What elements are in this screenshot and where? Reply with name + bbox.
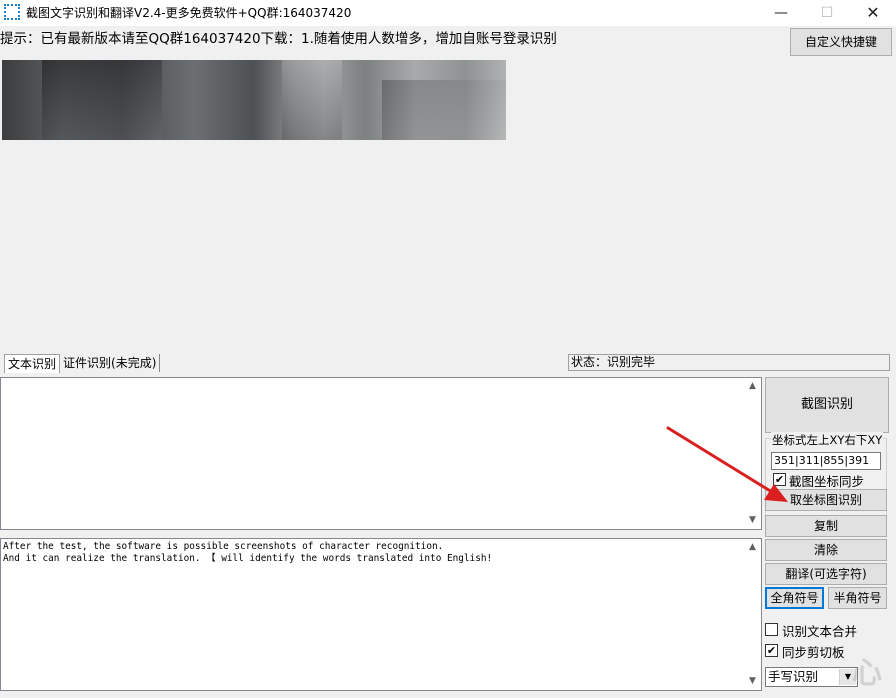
result-textarea[interactable]: ▲ ▼ <box>0 377 762 530</box>
recognition-mode-value: 手写识别 <box>768 669 819 684</box>
fullwidth-symbols-button[interactable]: 全角符号 <box>765 587 824 609</box>
translate-button[interactable]: 翻译(可选字符) <box>765 563 887 585</box>
annotation-arrow-icon <box>666 426 788 502</box>
close-button[interactable]: ✕ <box>850 0 896 26</box>
merge-text-checkbox[interactable] <box>765 623 778 636</box>
sync-clipboard-label: 同步剪切板 <box>782 645 845 660</box>
app-icon <box>4 4 20 20</box>
preview-shade <box>382 80 506 140</box>
notice-text: 提示：已有最新版本请至QQ群164037420下载：1.随着使用人数增多，增加自… <box>0 31 557 47</box>
preview-shade <box>282 60 342 140</box>
window-title: 截图文字识别和翻译V2.4-更多免费软件+QQ群:164037420 <box>26 6 352 20</box>
translation-scrollbar[interactable]: ▲ ▼ <box>744 539 761 690</box>
preview-shade <box>42 60 162 140</box>
scroll-up-icon[interactable]: ▲ <box>744 378 761 395</box>
translation-line: After the test, the software is possible… <box>3 541 444 552</box>
halfwidth-symbols-button[interactable]: 半角符号 <box>828 587 887 609</box>
scroll-down-icon[interactable]: ▼ <box>744 673 761 690</box>
tab-id-recognition[interactable]: 证件识别(未完成) <box>60 354 161 372</box>
translation-line: And it can realize the translation. 【 wi… <box>3 553 493 564</box>
clear-button[interactable]: 清除 <box>765 539 887 561</box>
screenshot-preview <box>2 60 506 140</box>
tab-strip: 文本识别 证件识别(未完成) <box>4 354 161 374</box>
recognition-mode-select[interactable]: 手写识别 ▼ <box>765 667 858 687</box>
scroll-up-icon[interactable]: ▲ <box>744 539 761 556</box>
sync-clipboard-checkbox[interactable]: ✔ <box>765 644 778 657</box>
watermark-logo: 心 <box>852 656 882 691</box>
translation-textarea[interactable]: After the test, the software is possible… <box>0 538 762 691</box>
minimize-button[interactable]: — <box>758 0 804 26</box>
custom-shortcut-button[interactable]: 自定义快捷键 <box>790 28 892 56</box>
maximize-button[interactable]: ☐ <box>804 0 850 26</box>
sync-coord-label: 截图坐标同步 <box>789 474 865 489</box>
status-field: 状态：识别完毕 <box>568 354 890 371</box>
tab-text-recognition[interactable]: 文本识别 <box>4 354 61 373</box>
translation-text: After the test, the software is possible… <box>3 541 741 565</box>
merge-text-label: 识别文本合并 <box>782 624 858 639</box>
